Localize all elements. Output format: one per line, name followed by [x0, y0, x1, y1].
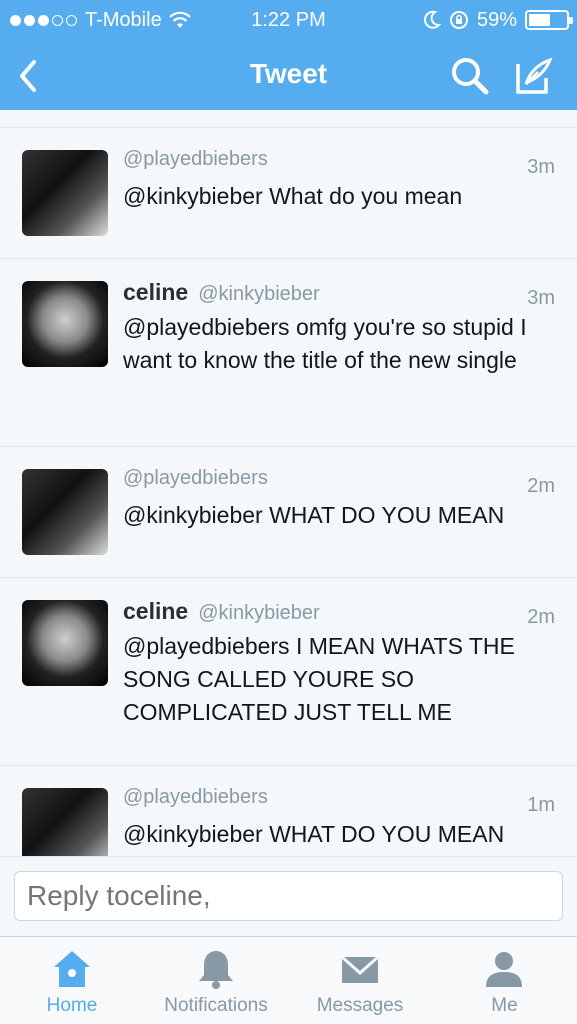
tweet-item[interactable]: 2m celine @kinkybieber @playedbiebers I … — [0, 578, 577, 766]
tweet-timeline[interactable]: 3m @playedbiebers @kinkybieber What do y… — [0, 110, 577, 856]
home-icon — [54, 951, 90, 987]
tab-label: Me — [491, 995, 518, 1016]
tweet-item[interactable]: 3m celine @kinkybieber @playedbiebers om… — [0, 259, 577, 447]
tweet-timestamp: 2m — [527, 606, 555, 628]
battery-percent: 59% — [476, 9, 517, 31]
avatar[interactable] — [22, 281, 108, 367]
tweet-handle[interactable]: @playedbiebers — [123, 467, 268, 490]
bell-icon — [199, 951, 233, 989]
tab-label: Messages — [316, 995, 404, 1016]
tweet-timestamp: 3m — [527, 156, 555, 178]
tab-messages[interactable]: Messages — [288, 937, 432, 1024]
status-bar: T-Mobile 1:22 PM 59% — [0, 0, 577, 40]
avatar[interactable] — [22, 600, 108, 686]
tweet-handle[interactable]: @kinkybieber — [198, 602, 319, 625]
tweet-text: @kinkybieber What do you mean — [123, 183, 463, 209]
tweet-text: @kinkybieber WHAT DO YOU MEAN — [123, 821, 505, 847]
tweet-text: @playedbiebers omfg you're so stupid I w… — [123, 314, 527, 373]
tweet-handle[interactable]: @kinkybieber — [198, 283, 319, 306]
tweet-item[interactable]: 1m @playedbiebers @kinkybieber WHAT DO Y… — [0, 766, 577, 856]
reply-bar — [0, 856, 577, 936]
tab-label: Notifications — [164, 995, 268, 1016]
tweet-handle[interactable]: @playedbiebers — [123, 786, 268, 809]
moon-icon — [424, 10, 441, 29]
search-icon[interactable] — [448, 54, 492, 98]
tweet-text: @playedbiebers I MEAN WHATS THE SONG CAL… — [123, 633, 515, 725]
reply-input[interactable] — [14, 871, 563, 921]
person-icon — [486, 952, 522, 987]
tweet-item[interactable]: 2m @playedbiebers @kinkybieber WHAT DO Y… — [0, 447, 577, 578]
tweet-author-name[interactable]: celine — [123, 598, 188, 625]
app-header: T-Mobile 1:22 PM 59% Tweet — [0, 0, 577, 110]
tab-notifications[interactable]: Notifications — [144, 937, 288, 1024]
tweet-handle[interactable]: @playedbiebers — [123, 148, 268, 171]
tweet-timestamp: 3m — [527, 287, 555, 309]
tab-me[interactable]: Me — [432, 937, 577, 1024]
tweet-item[interactable]: 3m @playedbiebers @kinkybieber What do y… — [0, 128, 577, 259]
envelope-icon — [341, 955, 379, 983]
avatar[interactable] — [22, 788, 108, 856]
tweet-text: @kinkybieber WHAT DO YOU MEAN — [123, 502, 505, 528]
rotation-lock-icon — [449, 11, 468, 29]
tweet-timestamp: 1m — [527, 794, 555, 816]
tweet-timestamp: 2m — [527, 475, 555, 497]
avatar[interactable] — [22, 150, 108, 236]
tab-label: Home — [46, 995, 98, 1016]
compose-icon[interactable] — [512, 54, 556, 98]
nav-bar: Tweet — [0, 40, 577, 110]
status-right: 59% — [423, 0, 573, 40]
avatar[interactable] — [22, 469, 108, 555]
tab-home[interactable]: Home — [0, 937, 144, 1024]
timeline-top-gap — [0, 110, 577, 128]
tab-bar: Home Notifications Messages Me — [0, 936, 577, 1024]
battery-icon — [525, 10, 573, 30]
tweet-author-name[interactable]: celine — [123, 279, 188, 306]
